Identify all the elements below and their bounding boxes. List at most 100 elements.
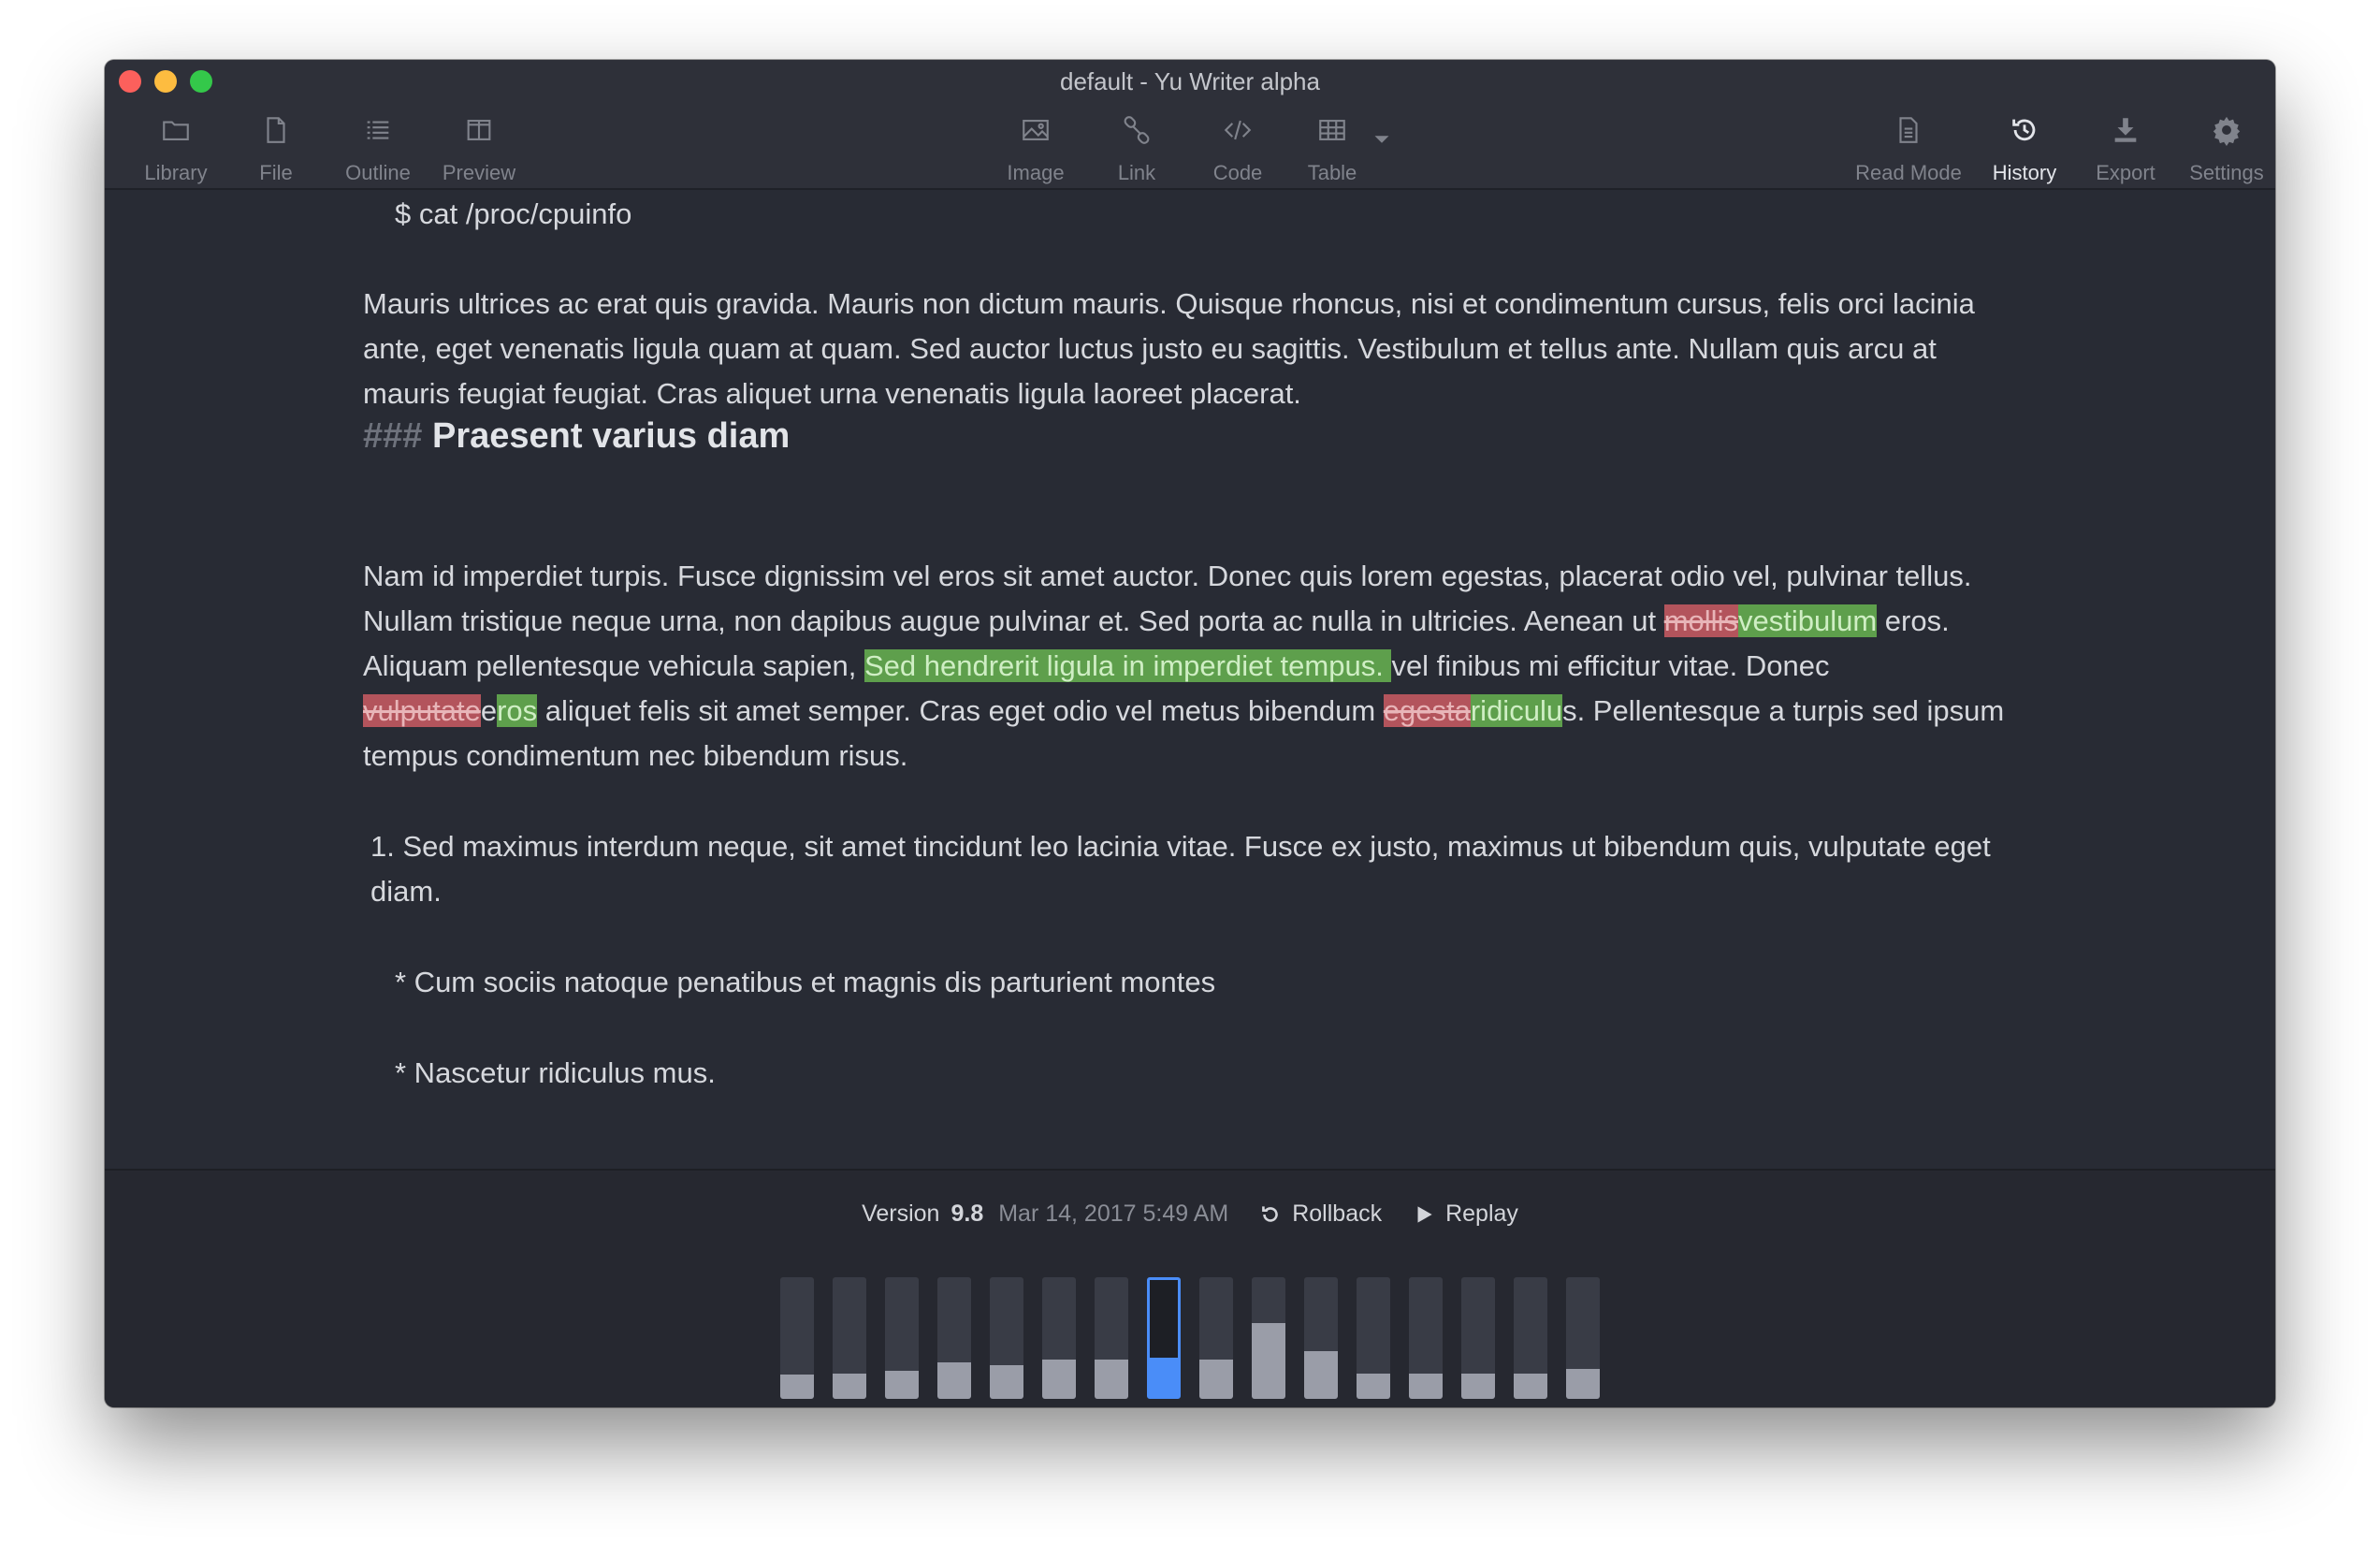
version-bar-fill bbox=[1566, 1368, 1600, 1399]
history-label: History bbox=[1992, 161, 2057, 184]
image-label: Image bbox=[1007, 161, 1065, 184]
diff-paragraph: Nam id imperdiet turpis. Fusce dignissim… bbox=[363, 554, 2010, 778]
rollback-label: Rollback bbox=[1292, 1200, 1383, 1227]
text-run: vel finibus mi efficitur vitae. Donec bbox=[1391, 649, 1830, 682]
version-bar bbox=[937, 1277, 971, 1399]
version-bar bbox=[1042, 1277, 1076, 1399]
bullet-item: * Nascetur ridiculus mus. bbox=[395, 1056, 716, 1089]
version-tile-3[interactable]: 3 bbox=[1461, 1277, 1495, 1407]
table-label: Table bbox=[1307, 161, 1357, 184]
ordered-list-item: 1. Sed maximus interdum neque, sit amet … bbox=[370, 830, 1991, 908]
version-tile-5[interactable]: 5 bbox=[1357, 1277, 1390, 1407]
outline-button[interactable]: Outline bbox=[322, 109, 434, 184]
gear-icon bbox=[2211, 114, 2242, 146]
read-mode-button[interactable]: Read Mode bbox=[1848, 109, 1969, 184]
replay-button[interactable]: Replay bbox=[1412, 1200, 1518, 1228]
version-tile-8[interactable]: 8 bbox=[1199, 1277, 1233, 1407]
image-button[interactable]: Image bbox=[980, 109, 1092, 184]
deleted-text: mollis bbox=[1663, 604, 1738, 637]
version-bar-fill bbox=[1304, 1351, 1338, 1399]
inserted-text: ridiculu bbox=[1470, 694, 1563, 727]
read-mode-label: Read Mode bbox=[1855, 161, 1962, 184]
version-bar-fill bbox=[1461, 1373, 1495, 1399]
window-title: default - Yu Writer alpha bbox=[1060, 67, 1320, 95]
heading: ### Praesent varius diam bbox=[363, 414, 2010, 458]
version-tile-7[interactable]: 7 bbox=[1252, 1277, 1285, 1407]
version-tile-9[interactable]: 9 bbox=[1147, 1277, 1181, 1407]
version-bar bbox=[885, 1277, 919, 1399]
paragraph: Mauris ultrices ac erat quis gravida. Ma… bbox=[363, 287, 1975, 410]
version-bar bbox=[990, 1277, 1023, 1399]
version-tile-10[interactable]: 10 bbox=[1095, 1277, 1128, 1407]
file-label: File bbox=[259, 161, 293, 184]
version-tile-11[interactable]: 11 bbox=[1042, 1277, 1076, 1407]
file-icon bbox=[260, 114, 292, 146]
version-bar-fill bbox=[833, 1373, 866, 1399]
link-button[interactable]: Link bbox=[1081, 109, 1193, 184]
version-bar-fill bbox=[1409, 1373, 1443, 1399]
version-bar bbox=[1357, 1277, 1390, 1399]
version-bar-fill bbox=[885, 1371, 919, 1399]
version-bar-fill bbox=[1252, 1323, 1285, 1399]
version-bar-fill bbox=[1042, 1360, 1076, 1399]
settings-button[interactable]: Settings bbox=[2170, 109, 2275, 184]
library-button[interactable]: Library bbox=[120, 109, 232, 184]
history-button[interactable]: History bbox=[1968, 109, 2081, 184]
version-bar bbox=[1304, 1277, 1338, 1399]
document-icon bbox=[1893, 114, 1924, 146]
rollback-icon bbox=[1262, 1205, 1279, 1222]
table-icon bbox=[1316, 114, 1348, 146]
version-tile-14[interactable]: 14 bbox=[885, 1277, 919, 1407]
version-bar-fill bbox=[1150, 1358, 1178, 1396]
rollback-button[interactable]: Rollback bbox=[1258, 1200, 1382, 1228]
preview-button[interactable]: Preview bbox=[423, 109, 535, 184]
version-bar bbox=[780, 1277, 814, 1399]
version-bar bbox=[833, 1277, 866, 1399]
heading-text: Praesent varius diam bbox=[431, 416, 791, 456]
heading-marker: ### bbox=[363, 416, 423, 456]
version-tile-15[interactable]: 15 bbox=[833, 1277, 866, 1407]
table-dropdown-arrow-icon[interactable] bbox=[1368, 125, 1396, 153]
deleted-text: egesta bbox=[1383, 694, 1471, 727]
export-button[interactable]: Export bbox=[2069, 109, 2182, 184]
split-view-icon bbox=[463, 114, 495, 146]
version-info-bar: Version 9.8 Mar 14, 2017 5:49 AM Rollbac… bbox=[105, 1200, 2275, 1228]
version-tile-6[interactable]: 6 bbox=[1304, 1277, 1338, 1407]
version-tile-13[interactable]: 13 bbox=[937, 1277, 971, 1407]
version-bar bbox=[1409, 1277, 1443, 1399]
toolbar: default - Yu Writer alpha Library File O… bbox=[105, 60, 2275, 190]
version-bar bbox=[1461, 1277, 1495, 1399]
play-icon bbox=[1417, 1205, 1432, 1223]
version-bar bbox=[1566, 1277, 1600, 1399]
inserted-text: Sed hendrerit ligula in imperdiet tempus… bbox=[863, 649, 1392, 682]
version-bar-fill bbox=[780, 1375, 814, 1399]
version-tile-12[interactable]: 12 bbox=[990, 1277, 1023, 1407]
bullet-item: * Cum sociis natoque penatibus et magnis… bbox=[395, 966, 1216, 998]
version-bar-fill bbox=[937, 1362, 971, 1399]
replay-label: Replay bbox=[1445, 1200, 1518, 1227]
code-line: $ cat /proc/cpuinfo bbox=[395, 197, 632, 230]
version-bar-fill bbox=[1199, 1360, 1233, 1399]
inserted-text: vestibulum bbox=[1737, 604, 1878, 637]
list-icon bbox=[362, 114, 394, 146]
version-tile-1[interactable]: 1 bbox=[1566, 1277, 1600, 1407]
version-tile-16[interactable]: 16 bbox=[780, 1277, 814, 1407]
preview-label: Preview bbox=[442, 161, 516, 184]
history-icon bbox=[2009, 114, 2040, 146]
library-label: Library bbox=[144, 161, 208, 184]
file-button[interactable]: File bbox=[220, 109, 332, 184]
version-date: Mar 14, 2017 5:49 AM bbox=[998, 1200, 1229, 1227]
version-bar bbox=[1095, 1277, 1128, 1399]
editor-area[interactable]: $ cat /proc/cpuinfo Mauris ultrices ac e… bbox=[105, 192, 2275, 1169]
version-tile-2[interactable]: 2 bbox=[1514, 1277, 1547, 1407]
code-label: Code bbox=[1212, 161, 1263, 184]
inserted-text: ros bbox=[497, 694, 538, 727]
deleted-text: vulputate bbox=[363, 694, 481, 727]
link-icon bbox=[1121, 114, 1153, 146]
app-window: default - Yu Writer alpha Library File O… bbox=[105, 60, 2275, 1407]
download-icon bbox=[2110, 114, 2141, 146]
version-bar-fill bbox=[990, 1364, 1023, 1399]
settings-label: Settings bbox=[2189, 161, 2264, 184]
version-tile-4[interactable]: 4 bbox=[1409, 1277, 1443, 1407]
version-label: Version bbox=[862, 1200, 940, 1227]
